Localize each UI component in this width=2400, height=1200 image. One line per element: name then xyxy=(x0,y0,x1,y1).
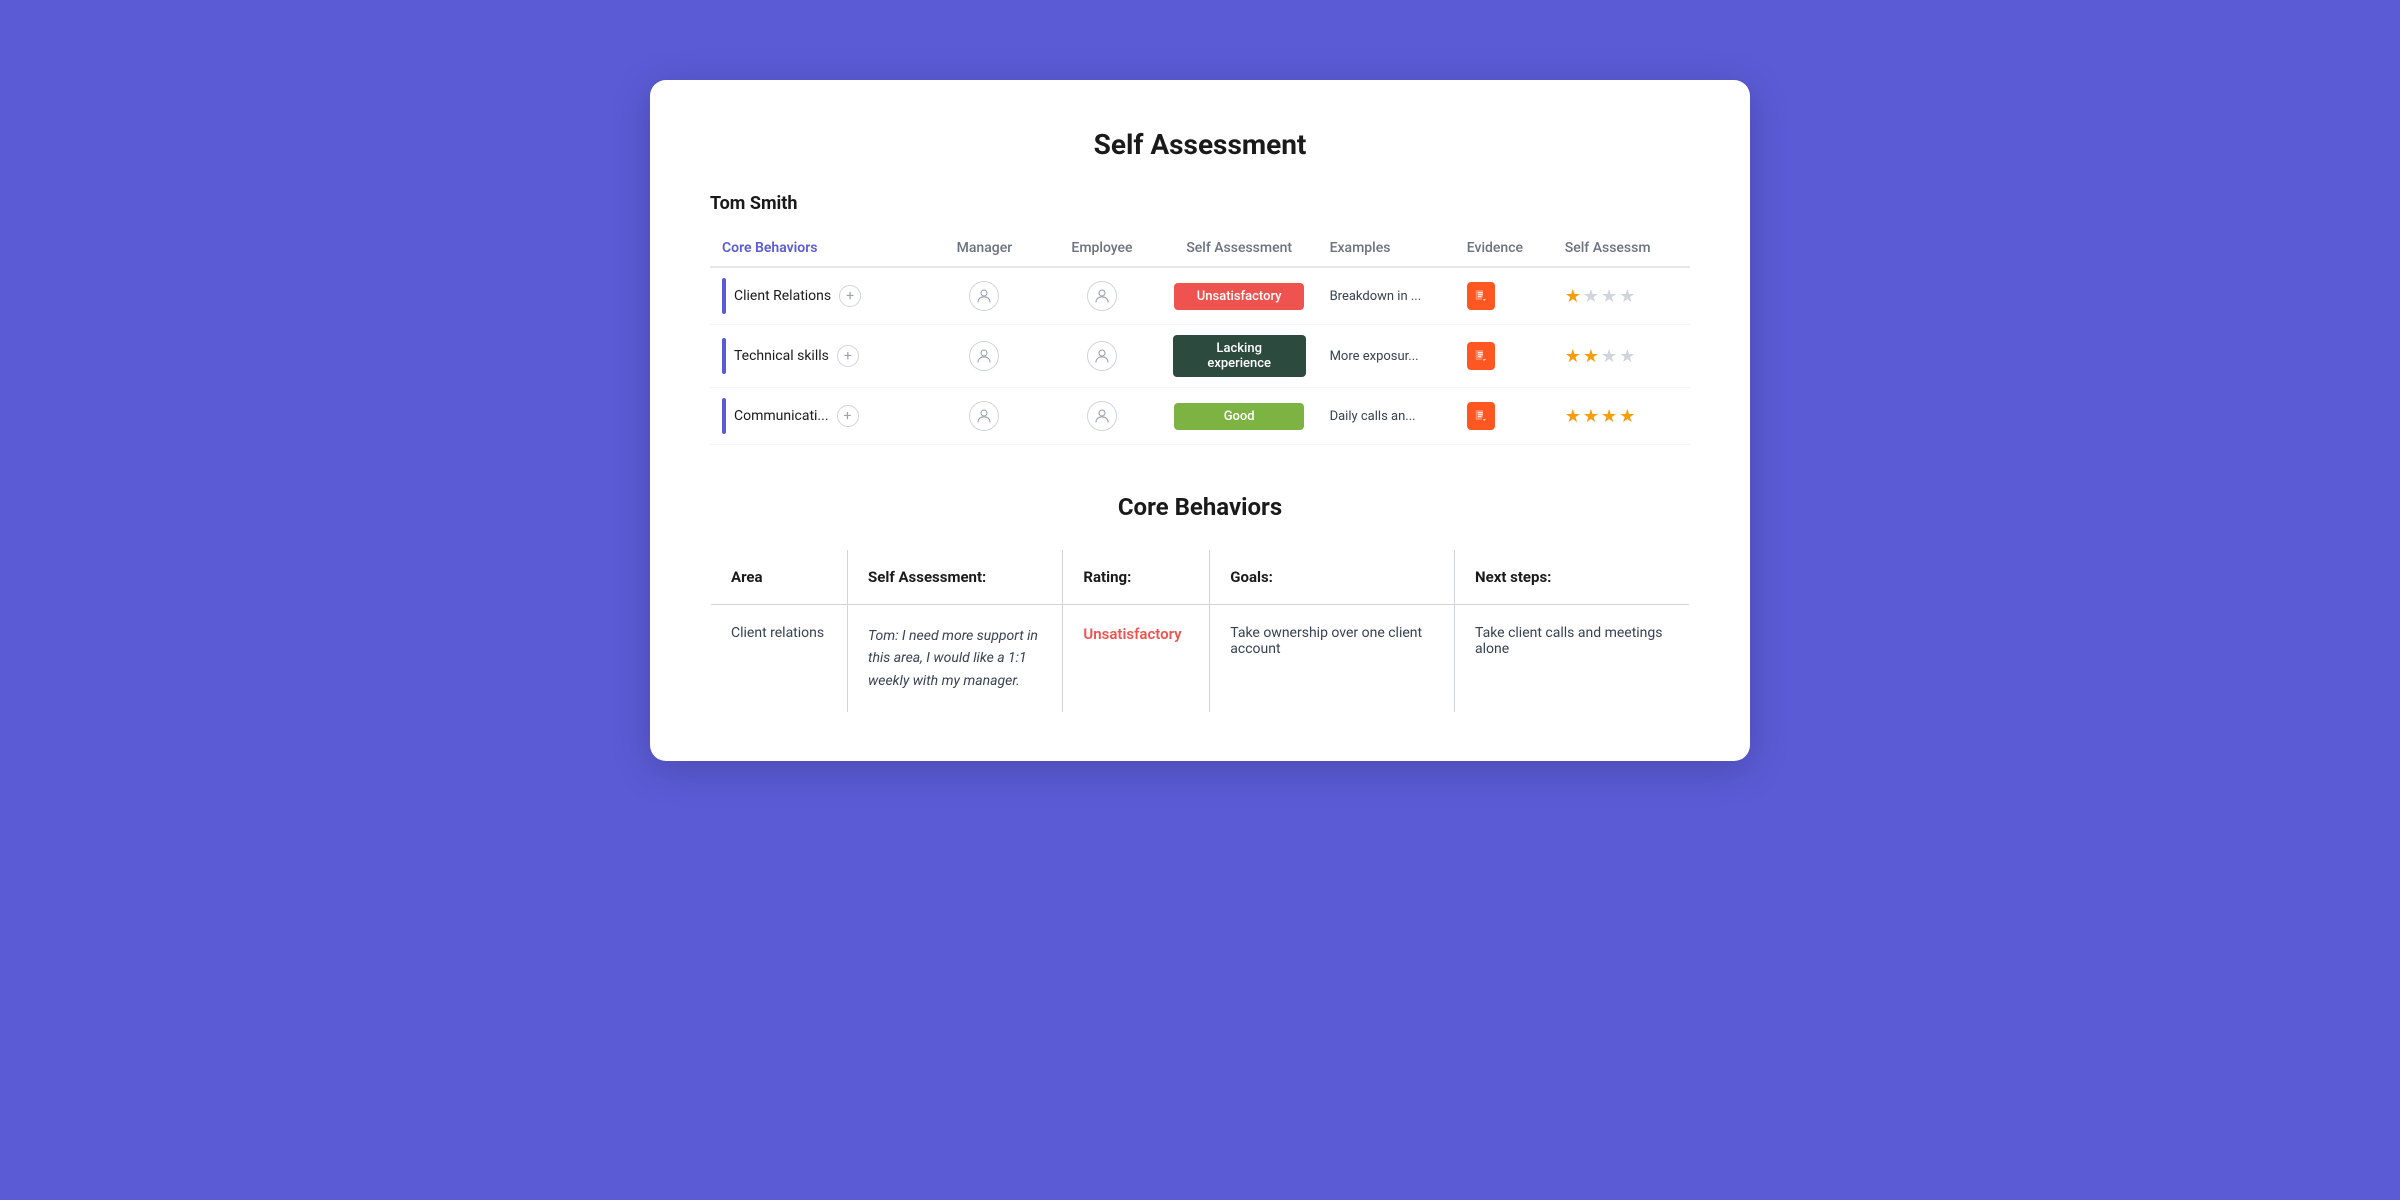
col-header-evidence: Evidence xyxy=(1455,230,1553,267)
star-empty: ★ xyxy=(1601,346,1617,367)
employee-avatar xyxy=(1087,341,1117,371)
detail-col-goals: Goals: xyxy=(1210,550,1455,605)
examples-cell-0: Breakdown in ... xyxy=(1318,267,1455,325)
evidence-cell-2 xyxy=(1455,388,1553,445)
manager-cell-1 xyxy=(926,325,1044,388)
examples-text: Breakdown in ... xyxy=(1330,289,1422,304)
rating-badge: Lacking experience xyxy=(1173,335,1306,377)
evidence-cell-0 xyxy=(1455,267,1553,325)
detail-col-self: Self Assessment: xyxy=(848,550,1063,605)
evidence-cell-1 xyxy=(1455,325,1553,388)
blue-bar xyxy=(722,278,726,314)
badge-cell-1: Lacking experience xyxy=(1161,325,1318,388)
detail-area-0: Client relations xyxy=(711,605,848,713)
star-filled: ★ xyxy=(1583,406,1599,427)
rating-badge: Good xyxy=(1174,403,1304,430)
examples-cell-1: More exposur... xyxy=(1318,325,1455,388)
star-empty: ★ xyxy=(1583,286,1599,307)
examples-cell-2: Daily calls an... xyxy=(1318,388,1455,445)
badge-cell-2: Good xyxy=(1161,388,1318,445)
overview-row: Technical skills + xyxy=(710,325,1690,388)
star-filled: ★ xyxy=(1565,286,1581,307)
detail-table: Area Self Assessment: Rating: Goals: Nex… xyxy=(710,549,1690,713)
evidence-icon[interactable] xyxy=(1467,282,1495,310)
rating-badge: Unsatisfactory xyxy=(1174,283,1304,310)
detail-col-next: Next steps: xyxy=(1455,550,1690,605)
blue-bar xyxy=(722,398,726,434)
overview-row: Communicati... + xyxy=(710,388,1690,445)
star-empty: ★ xyxy=(1619,346,1635,367)
add-icon[interactable]: + xyxy=(837,405,859,427)
employee-cell-2 xyxy=(1043,388,1161,445)
employee-cell-0 xyxy=(1043,267,1161,325)
detail-row: Client relations Tom: I need more suppor… xyxy=(711,605,1690,713)
evidence-icon[interactable] xyxy=(1467,342,1495,370)
col-header-self-assessment: Self Assessment xyxy=(1161,230,1318,267)
manager-avatar xyxy=(969,341,999,371)
examples-text: Daily calls an... xyxy=(1330,409,1416,424)
badge-cell-0: Unsatisfactory xyxy=(1161,267,1318,325)
manager-cell-2 xyxy=(926,388,1044,445)
overview-row: Client Relations + xyxy=(710,267,1690,325)
detail-col-rating: Rating: xyxy=(1063,550,1210,605)
detail-goals-0: Take ownership over one client account xyxy=(1210,605,1455,713)
manager-avatar xyxy=(969,281,999,311)
blue-bar xyxy=(722,338,726,374)
star-filled: ★ xyxy=(1619,406,1635,427)
behavior-name: Communicati... xyxy=(734,408,829,424)
detail-next-0: Take client calls and meetings alone xyxy=(1455,605,1690,713)
behavior-cell-0: Client Relations + xyxy=(710,267,926,325)
overview-table: Core Behaviors Manager Employee Self Ass… xyxy=(710,230,1690,445)
manager-avatar xyxy=(969,401,999,431)
col-header-examples: Examples xyxy=(1318,230,1455,267)
col-header-behavior: Core Behaviors xyxy=(710,230,926,267)
star-filled: ★ xyxy=(1565,346,1581,367)
star-filled: ★ xyxy=(1565,406,1581,427)
employee-avatar xyxy=(1087,281,1117,311)
core-behaviors-title: Core Behaviors xyxy=(710,493,1690,521)
col-header-manager: Manager xyxy=(926,230,1044,267)
behavior-name: Client Relations xyxy=(734,288,831,304)
detail-col-area: Area xyxy=(711,550,848,605)
detail-rating-0: Unsatisfactory xyxy=(1063,605,1210,713)
page-title: Self Assessment xyxy=(710,128,1690,161)
add-icon[interactable]: + xyxy=(839,285,861,307)
detail-self-0: Tom: I need more support in this area, I… xyxy=(848,605,1063,713)
stars-cell-1: ★★★★ xyxy=(1553,325,1690,388)
star-empty: ★ xyxy=(1601,286,1617,307)
col-header-self-assessment2: Self Assessm xyxy=(1553,230,1690,267)
stars-cell-2: ★★★★ xyxy=(1553,388,1690,445)
star-filled: ★ xyxy=(1583,346,1599,367)
star-filled: ★ xyxy=(1601,406,1617,427)
employee-avatar xyxy=(1087,401,1117,431)
main-card: Self Assessment Tom Smith Core Behaviors… xyxy=(650,80,1750,761)
manager-cell-0 xyxy=(926,267,1044,325)
examples-text: More exposur... xyxy=(1330,349,1419,364)
behavior-cell-1: Technical skills + xyxy=(710,325,926,388)
behavior-cell-2: Communicati... + xyxy=(710,388,926,445)
employee-cell-1 xyxy=(1043,325,1161,388)
behavior-name: Technical skills xyxy=(734,348,829,364)
col-header-employee: Employee xyxy=(1043,230,1161,267)
overview-section: Core Behaviors Manager Employee Self Ass… xyxy=(710,230,1690,445)
star-empty: ★ xyxy=(1619,286,1635,307)
evidence-icon[interactable] xyxy=(1467,402,1495,430)
stars-cell-0: ★★★★ xyxy=(1553,267,1690,325)
add-icon[interactable]: + xyxy=(837,345,859,367)
employee-name: Tom Smith xyxy=(710,193,1690,214)
